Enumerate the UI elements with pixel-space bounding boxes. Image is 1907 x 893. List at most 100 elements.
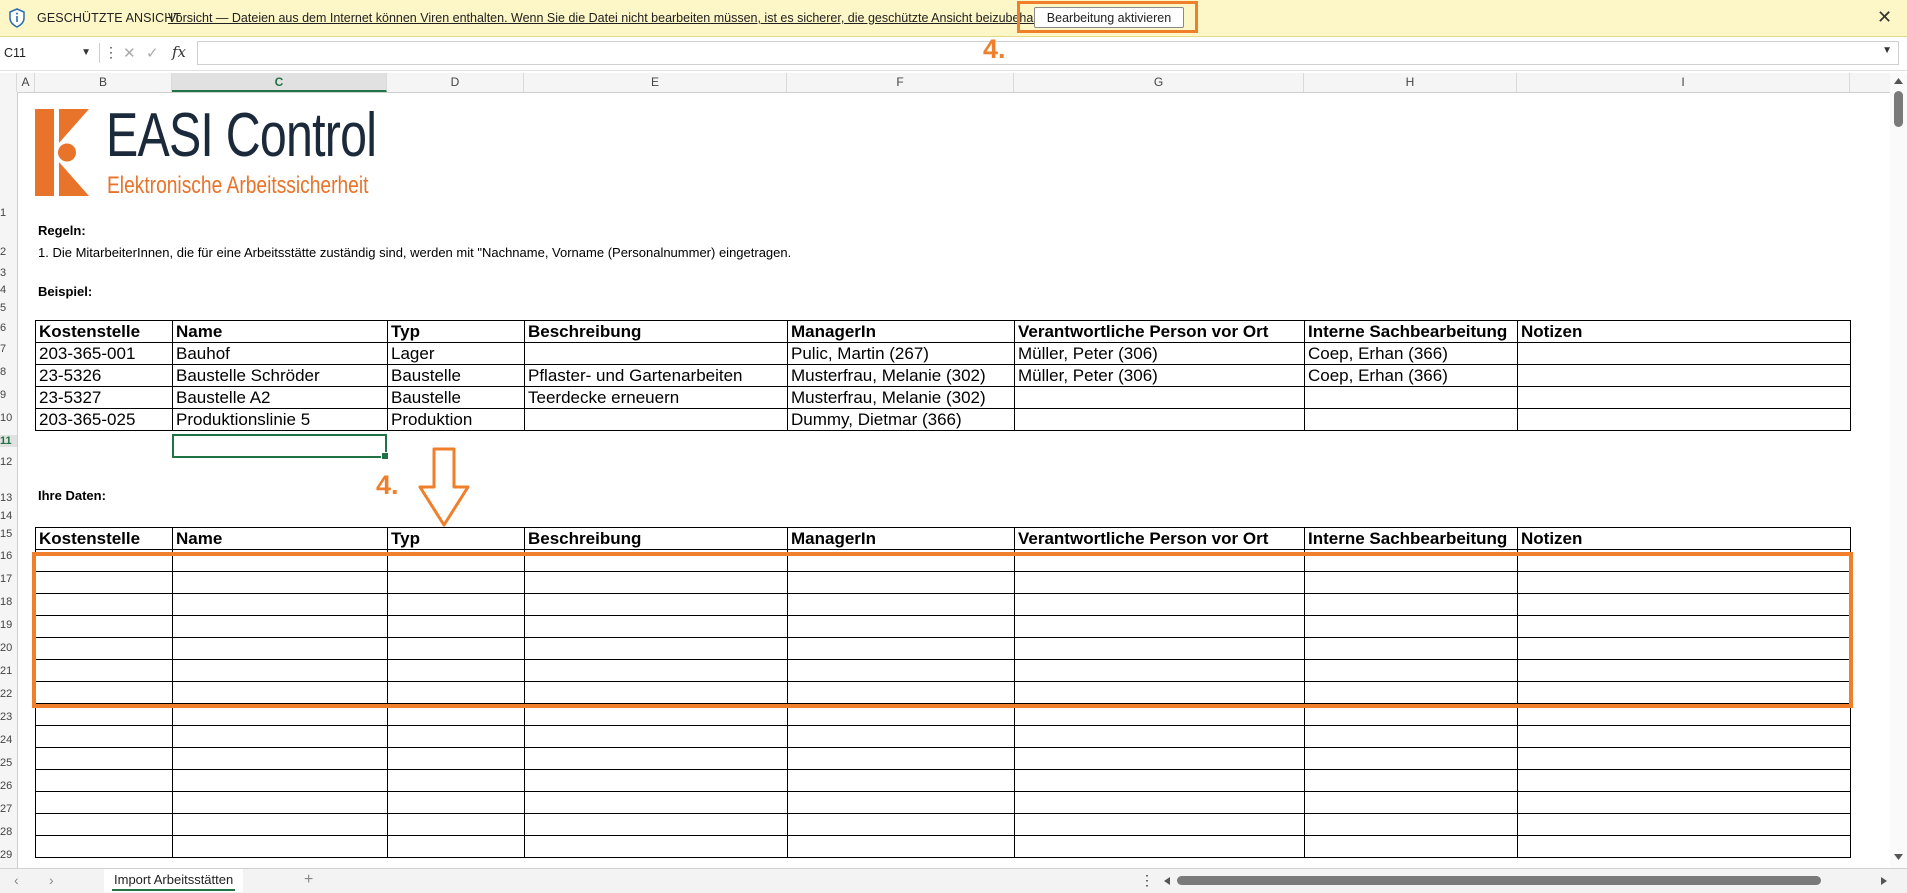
cell[interactable] xyxy=(787,791,1015,814)
row-header[interactable]: 10 xyxy=(0,412,17,424)
cell[interactable]: 23-5327 xyxy=(35,386,173,409)
row-header[interactable]: 7 xyxy=(0,343,17,355)
cell[interactable] xyxy=(1014,747,1305,770)
cell[interactable] xyxy=(1304,769,1518,792)
row-header[interactable]: 19 xyxy=(0,619,17,631)
row-header[interactable]: 5 xyxy=(0,302,17,314)
chevron-down-icon[interactable]: ▼ xyxy=(81,41,91,65)
header-cell[interactable]: Kostenstelle xyxy=(35,527,173,550)
cell[interactable]: Produktionslinie 5 xyxy=(172,408,388,431)
cell[interactable] xyxy=(524,342,788,365)
enter-icon[interactable]: ✓ xyxy=(146,44,159,62)
cell[interactable]: Baustelle xyxy=(387,364,525,387)
cell[interactable] xyxy=(172,769,388,792)
cell[interactable] xyxy=(1517,769,1851,792)
header-cell[interactable]: Name xyxy=(172,527,388,550)
row-header[interactable]: 28 xyxy=(0,826,17,838)
cell[interactable]: 203-365-025 xyxy=(35,408,173,431)
column-header-d[interactable]: D xyxy=(387,73,524,92)
cell[interactable] xyxy=(35,813,173,836)
header-cell[interactable]: Interne Sachbearbeitung xyxy=(1304,527,1518,550)
fill-handle[interactable] xyxy=(381,452,389,460)
cell[interactable]: Dummy, Dietmar (366) xyxy=(787,408,1015,431)
enable-editing-button[interactable]: Bearbeitung aktivieren xyxy=(1034,7,1184,28)
cell[interactable] xyxy=(387,769,525,792)
column-header-c[interactable]: C xyxy=(172,73,387,92)
previous-sheet-icon[interactable]: ‹ xyxy=(14,872,19,888)
scroll-right-icon[interactable] xyxy=(1880,876,1888,886)
cell[interactable] xyxy=(1304,725,1518,748)
header-cell[interactable]: Typ xyxy=(387,320,525,343)
cell[interactable] xyxy=(1014,386,1305,409)
cell[interactable] xyxy=(787,725,1015,748)
insert-function-icon[interactable]: fx xyxy=(172,43,186,61)
cell[interactable] xyxy=(524,791,788,814)
cell[interactable] xyxy=(35,725,173,748)
column-header-e[interactable]: E xyxy=(524,73,787,92)
cell[interactable] xyxy=(524,725,788,748)
cell[interactable] xyxy=(1304,813,1518,836)
row-header[interactable]: 2 xyxy=(0,246,17,258)
scroll-down-icon[interactable] xyxy=(1893,853,1904,861)
row-header[interactable]: 29 xyxy=(0,849,17,861)
row-header[interactable]: 13 xyxy=(0,492,17,504)
cell[interactable]: Coep, Erhan (366) xyxy=(1304,342,1518,365)
row-header[interactable]: 21 xyxy=(0,665,17,677)
close-icon[interactable]: ✕ xyxy=(1877,7,1892,28)
cell[interactable] xyxy=(1014,769,1305,792)
row-header[interactable]: 15 xyxy=(0,528,17,540)
sheet-tab-import-arbeitsstaetten[interactable]: Import Arbeitsstätten xyxy=(104,869,244,892)
cell[interactable] xyxy=(787,835,1015,858)
row-header[interactable]: 6 xyxy=(0,322,17,334)
header-cell[interactable]: ManagerIn xyxy=(787,320,1015,343)
cell[interactable] xyxy=(172,835,388,858)
cell[interactable]: Müller, Peter (306) xyxy=(1014,364,1305,387)
column-header-h[interactable]: H xyxy=(1304,73,1517,92)
cell[interactable]: Teerdecke erneuern xyxy=(524,386,788,409)
cell[interactable] xyxy=(787,813,1015,836)
header-cell[interactable]: Notizen xyxy=(1517,320,1851,343)
vertical-scrollbar[interactable] xyxy=(1890,73,1907,868)
formula-input[interactable]: ▼ xyxy=(197,41,1899,65)
cell[interactable] xyxy=(1014,813,1305,836)
column-header-i[interactable]: I xyxy=(1517,73,1850,92)
row-header[interactable]: 17 xyxy=(0,573,17,585)
cell[interactable] xyxy=(787,769,1015,792)
cell[interactable] xyxy=(1014,791,1305,814)
cell[interactable]: 23-5326 xyxy=(35,364,173,387)
cell[interactable] xyxy=(1014,408,1305,431)
row-header[interactable]: 9 xyxy=(0,389,17,401)
chevron-down-icon[interactable]: ▼ xyxy=(1882,45,1892,56)
header-cell[interactable]: Interne Sachbearbeitung xyxy=(1304,320,1518,343)
cell[interactable]: Pflaster- und Gartenarbeiten xyxy=(524,364,788,387)
cell[interactable] xyxy=(1304,747,1518,770)
cell[interactable] xyxy=(1014,725,1305,748)
row-header[interactable]: 25 xyxy=(0,757,17,769)
more-options-icon[interactable]: ⋮ xyxy=(104,44,118,61)
cell[interactable] xyxy=(1304,791,1518,814)
header-cell[interactable]: Kostenstelle xyxy=(35,320,173,343)
cell[interactable]: Musterfrau, Melanie (302) xyxy=(787,364,1015,387)
header-cell[interactable]: Typ xyxy=(387,527,525,550)
header-cell[interactable]: Notizen xyxy=(1517,527,1851,550)
scroll-left-icon[interactable] xyxy=(1163,876,1171,886)
cell[interactable] xyxy=(1517,791,1851,814)
row-header[interactable]: 23 xyxy=(0,711,17,723)
protected-view-message[interactable]: Vorsicht — Dateien aus dem Internet könn… xyxy=(168,11,1057,25)
cell[interactable] xyxy=(1304,386,1518,409)
row-header[interactable]: 8 xyxy=(0,366,17,378)
header-cell[interactable]: Name xyxy=(172,320,388,343)
cell[interactable] xyxy=(387,835,525,858)
cell[interactable] xyxy=(524,747,788,770)
vertical-scroll-thumb[interactable] xyxy=(1894,91,1903,127)
row-header[interactable]: 18 xyxy=(0,596,17,608)
cell[interactable] xyxy=(387,813,525,836)
cell[interactable] xyxy=(1517,813,1851,836)
cell[interactable] xyxy=(1517,725,1851,748)
cell[interactable] xyxy=(1517,386,1851,409)
cell[interactable]: Produktion xyxy=(387,408,525,431)
cell[interactable] xyxy=(35,769,173,792)
cell[interactable] xyxy=(524,769,788,792)
header-cell[interactable]: Beschreibung xyxy=(524,320,788,343)
row-header[interactable]: 14 xyxy=(0,510,17,522)
